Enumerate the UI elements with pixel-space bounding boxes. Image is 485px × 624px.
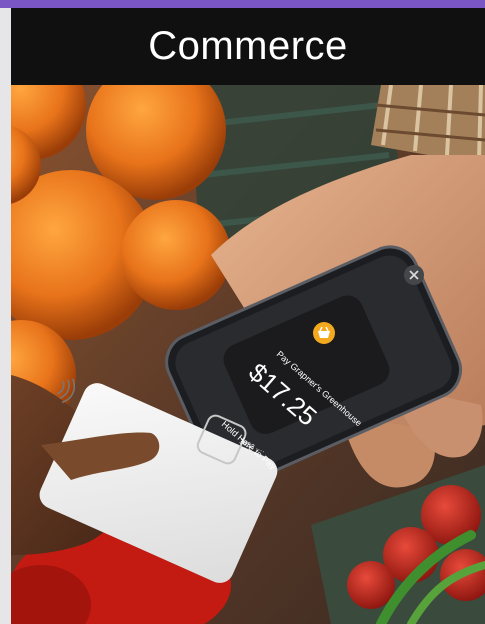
basket-icon: [313, 322, 335, 344]
page-header: Commerce: [11, 8, 485, 85]
hero-photo: Pay Grapner's Greenhouse $17.25 Hold Her…: [11, 85, 485, 624]
page-title: Commerce: [148, 24, 348, 68]
left-gutter: [0, 8, 11, 624]
top-accent-bar: [0, 0, 485, 10]
close-icon[interactable]: [404, 265, 424, 285]
